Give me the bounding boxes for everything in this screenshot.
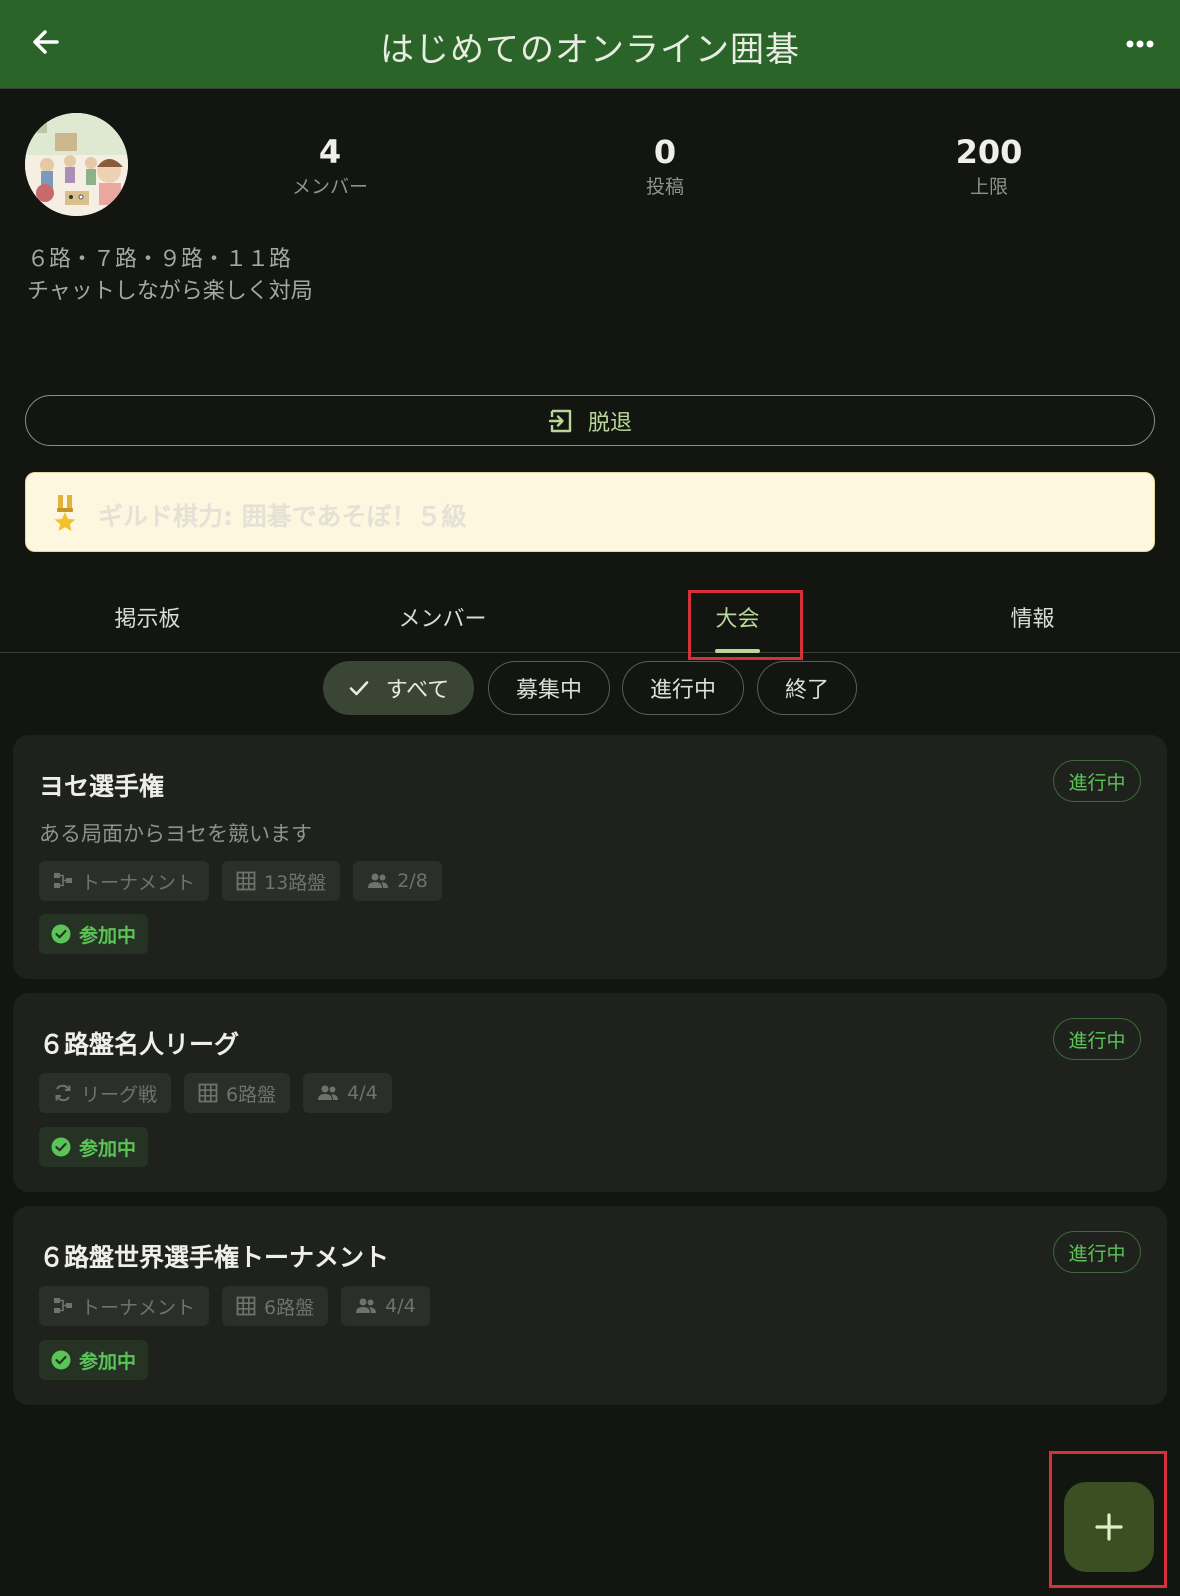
joined-badge: 参加中 xyxy=(39,914,149,954)
status-badge: 進行中 xyxy=(1053,1018,1141,1060)
board-size-label: 6路盤 xyxy=(226,1083,277,1106)
stat-posts-label: 投稿 xyxy=(645,176,684,198)
joined-label: 参加中 xyxy=(79,1350,137,1373)
tournament-card[interactable]: ６路盤名人リーグ 進行中 リーグ戦 6路盤 4/4 参加中 xyxy=(13,993,1167,1192)
joined-label: 参加中 xyxy=(79,924,137,947)
status-badge: 進行中 xyxy=(1053,1231,1141,1273)
joined-label: 参加中 xyxy=(79,1137,137,1160)
status-badge: 進行中 xyxy=(1053,760,1141,802)
medal-icon xyxy=(54,495,76,531)
format-tag-label: トーナメント xyxy=(81,1296,196,1319)
check-circle-icon xyxy=(51,1137,71,1157)
grid-icon xyxy=(236,871,256,891)
players-tag: 2/8 xyxy=(353,861,442,901)
stat-members-value: 4 xyxy=(318,133,342,171)
guild-avatar-illustration xyxy=(25,113,128,216)
grid-icon xyxy=(198,1083,218,1103)
players-label: 4/4 xyxy=(385,1295,416,1317)
more-horizontal-icon[interactable] xyxy=(1120,26,1160,62)
create-tournament-button[interactable] xyxy=(1064,1482,1154,1572)
format-tag: トーナメント xyxy=(39,1286,210,1326)
check-circle-icon xyxy=(51,1350,71,1370)
stat-posts-value: 0 xyxy=(653,133,677,171)
stat-posts: 0 投稿 xyxy=(565,132,765,199)
board-size-tag: 6路盤 xyxy=(184,1073,291,1113)
people-icon xyxy=(356,1298,377,1313)
joined-badge: 参加中 xyxy=(39,1340,149,1380)
format-tag: リーグ戦 xyxy=(39,1073,172,1113)
tournament-tags: トーナメント 13路盤 2/8 xyxy=(39,861,442,901)
stat-members: 4 メンバー xyxy=(230,132,430,199)
bracket-icon xyxy=(54,873,72,888)
tab-bar: 掲示板 メンバー 大会 情報 xyxy=(0,583,1180,653)
guild-description: ６路・７路・９路・１１路 チャットしながら楽しく対局 xyxy=(27,244,313,308)
check-circle-icon xyxy=(51,924,71,944)
guild-rank-label: ギルド棋力: 囲碁であそぼ！５級 xyxy=(98,502,467,531)
guild-rank-banner: ギルド棋力: 囲碁であそぼ！５級 xyxy=(25,472,1155,552)
guild-description-line2: チャットしながら楽しく対局 xyxy=(27,279,313,304)
stat-members-label: メンバー xyxy=(291,176,368,198)
filter-chip-recruiting[interactable]: 募集中 xyxy=(488,661,610,715)
players-tag: 4/4 xyxy=(303,1073,392,1113)
filter-chip-finished[interactable]: 終了 xyxy=(757,661,857,715)
players-tag: 4/4 xyxy=(341,1286,430,1326)
board-size-tag: 6路盤 xyxy=(222,1286,329,1326)
filter-chip-all[interactable]: すべて xyxy=(323,661,474,715)
joined-badge: 参加中 xyxy=(39,1127,149,1167)
format-tag-label: トーナメント xyxy=(81,871,196,894)
tab-active-indicator xyxy=(715,649,760,653)
sync-icon xyxy=(55,1084,71,1102)
stat-limit: 200 上限 xyxy=(889,132,1089,199)
tab-members[interactable]: メンバー xyxy=(295,601,590,633)
plus-icon xyxy=(1095,1513,1123,1541)
players-label: 2/8 xyxy=(397,870,428,892)
page-title: はじめてのオンライン囲碁 xyxy=(380,30,800,70)
filter-chip-in-progress[interactable]: 進行中 xyxy=(622,661,744,715)
bracket-icon xyxy=(54,1298,72,1313)
stat-limit-label: 上限 xyxy=(969,176,1008,198)
leave-button-label: 脱退 xyxy=(587,410,632,436)
board-size-label: 6路盤 xyxy=(264,1296,315,1319)
format-tag-label: リーグ戦 xyxy=(81,1083,158,1106)
players-label: 4/4 xyxy=(347,1082,378,1104)
board-size-label: 13路盤 xyxy=(264,871,327,894)
tournament-title: ６路盤世界選手権トーナメント xyxy=(39,1243,390,1272)
guild-avatar xyxy=(25,113,128,216)
leave-button[interactable]: 脱退 xyxy=(25,395,1155,446)
people-icon xyxy=(368,873,389,888)
tab-tournaments[interactable]: 大会 xyxy=(590,601,885,633)
tournament-title: ヨセ選手権 xyxy=(39,772,165,801)
people-icon xyxy=(318,1085,339,1100)
tab-board[interactable]: 掲示板 xyxy=(0,601,295,633)
tab-info[interactable]: 情報 xyxy=(885,601,1180,633)
stat-limit-value: 200 xyxy=(955,133,1023,171)
app-bar: はじめてのオンライン囲碁 xyxy=(0,0,1180,89)
tournament-card[interactable]: ヨセ選手権 進行中 ある局面からヨセを競います トーナメント 13路盤 2/8 xyxy=(13,735,1167,979)
format-tag: トーナメント xyxy=(39,861,210,901)
filter-chip-all-label: すべて xyxy=(385,678,450,703)
tournament-card[interactable]: ６路盤世界選手権トーナメント 進行中 トーナメント 6路盤 4/4 参加中 xyxy=(13,1206,1167,1405)
board-size-tag: 13路盤 xyxy=(222,861,341,901)
guild-description-line1: ６路・７路・９路・１１路 xyxy=(27,247,292,272)
tournament-title: ６路盤名人リーグ xyxy=(39,1030,240,1059)
check-icon xyxy=(349,681,369,696)
tournament-tags: トーナメント 6路盤 4/4 xyxy=(39,1286,430,1326)
grid-icon xyxy=(236,1296,256,1316)
logout-icon xyxy=(548,409,572,432)
tournament-tags: リーグ戦 6路盤 4/4 xyxy=(39,1073,392,1113)
tournament-description: ある局面からヨセを競います xyxy=(39,822,312,846)
